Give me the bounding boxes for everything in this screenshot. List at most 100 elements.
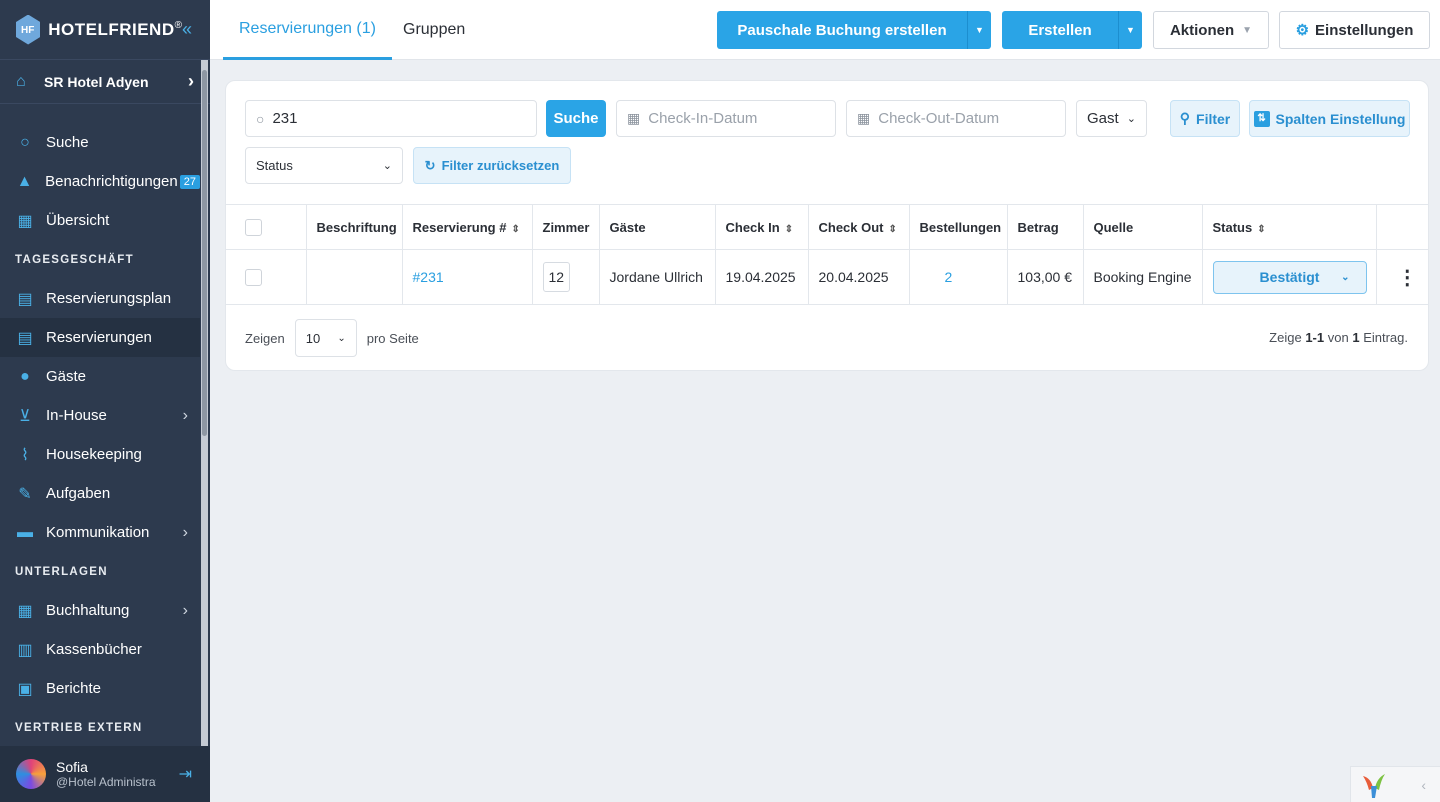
sidebar-item-overview[interactable]: ▦ Übersicht — [0, 201, 200, 240]
summary-of: von — [1327, 330, 1349, 345]
row-checkbox[interactable] — [245, 268, 262, 286]
caret-down-icon[interactable]: ▼ — [1118, 11, 1142, 49]
sidebar-item-cashbooks[interactable]: ▥ Kassenbücher — [0, 630, 200, 669]
cell-room: 12 — [532, 249, 600, 305]
chevron-down-icon: ⌄ — [1126, 113, 1136, 125]
avatar — [16, 759, 46, 789]
sidebar-item-suche[interactable]: ○ Suche — [0, 123, 200, 162]
sidebar-item-reports[interactable]: ▣ Berichte — [0, 669, 200, 708]
dashboard-icon: ▦ — [17, 212, 33, 230]
checkin-date-field[interactable]: ▦ Check-In-Datum — [616, 100, 836, 137]
table-row[interactable]: #231 12 Jordane Ullrich 19.04.2025 20.04… — [226, 249, 1429, 305]
summary-prefix: Zeige — [1269, 330, 1302, 345]
summary-total: 1 — [1352, 330, 1360, 345]
book-icon: ▥ — [17, 641, 33, 659]
cell-actions: ⋮ — [1376, 249, 1429, 305]
sidebar-item-label: Kommunikation — [46, 524, 150, 541]
hotel-selector[interactable]: ⌂ SR Hotel Adyen › — [0, 60, 210, 104]
cell-reservation: #231 — [402, 249, 533, 305]
filter-icon: ⚲ — [1179, 110, 1191, 126]
filter-button[interactable]: ⚲ Filter — [1170, 100, 1240, 137]
wrench-icon: ✎ — [18, 485, 32, 503]
summary-range: 1-1 — [1305, 330, 1325, 345]
sidebar-item-label: Benachrichtigungen — [45, 173, 178, 190]
debug-toolbar[interactable]: ‹ — [1350, 766, 1440, 802]
person-icon: ● — [20, 367, 30, 385]
caret-down-icon[interactable]: ▼ — [967, 11, 991, 49]
tab-reservations[interactable]: Reservierungen (1) — [223, 0, 392, 60]
reset-filter-button[interactable]: ↻ Filter zurücksetzen — [413, 147, 571, 184]
sidebar-item-tasks[interactable]: ✎ Aufgaben — [0, 474, 200, 513]
sidebar: HOTELFRIEND® « ⌂ SR Hotel Adyen › ○ Such… — [0, 0, 210, 802]
more-options-icon[interactable]: ⋮ — [1387, 265, 1429, 290]
reservations-table: Beschriftung Reservierung # ⇕ Zimmer Gäst… — [226, 204, 1428, 305]
per-page-select[interactable]: 10 ⌄ — [294, 319, 357, 357]
button-label: Pauschale Buchung erstellen — [737, 21, 947, 39]
sidebar-item-in-house[interactable]: ⊻ In-House › — [0, 396, 200, 435]
sort-icon: ⇕ — [511, 223, 520, 235]
settings-button[interactable]: ⚙ Einstellungen — [1279, 11, 1430, 49]
user-profile[interactable]: Sofia @Hotel Administrator ⇥ — [0, 746, 210, 802]
col-header-room: Zimmer — [532, 204, 600, 250]
sidebar-item-label: Housekeeping — [46, 446, 142, 463]
status-select[interactable]: Status ⌄ — [245, 147, 403, 184]
calendar-icon: ▦ — [627, 110, 641, 126]
create-package-booking-button[interactable]: Pauschale Buchung erstellen ▼ — [717, 11, 991, 49]
col-header-checkin[interactable]: Check In ⇕ — [715, 204, 809, 250]
sort-icon: ⇕ — [784, 223, 794, 235]
logo-bar: HOTELFRIEND® « — [0, 0, 210, 60]
col-header-text: Check In — [725, 219, 780, 235]
col-header-guests: Gäste — [599, 204, 716, 250]
sidebar-item-notifications[interactable]: ▲ Benachrichtigungen 27 — [0, 162, 200, 201]
col-header-text: Reservierung # — [412, 219, 507, 235]
sidebar-item-label: In-House — [46, 407, 107, 424]
reservation-link[interactable]: #231 — [413, 269, 444, 285]
search-input[interactable]: ○ 231 — [245, 100, 537, 137]
col-header-reservation[interactable]: Reservierung # ⇕ — [402, 204, 533, 250]
clipboard-icon: ▣ — [17, 680, 33, 698]
orders-link[interactable]: 2 — [945, 269, 953, 285]
sidebar-item-label: Kassenbücher — [46, 641, 142, 658]
search-icon: ○ — [256, 110, 265, 127]
reservations-card: ○ 231 Suche ▦ Check-In-Datum ▦ Check-Out… — [225, 80, 1429, 371]
col-header-label: Beschriftung — [306, 204, 403, 250]
create-button[interactable]: Erstellen ▼ — [1002, 11, 1142, 49]
sidebar-item-label: Reservierungsplan — [46, 290, 172, 307]
guest-select[interactable]: Gast ⌄ — [1076, 100, 1147, 137]
gear-icon: ⚙ — [1295, 22, 1310, 39]
sidebar-item-housekeeping[interactable]: ⌇ Housekeeping — [0, 435, 200, 474]
checkin-placeholder: Check-In-Datum — [648, 110, 758, 127]
search-button[interactable]: Suche — [546, 100, 606, 137]
sidebar-item-guests[interactable]: ● Gäste — [0, 357, 200, 396]
tab-groups[interactable]: Gruppen — [403, 0, 465, 60]
col-header-status[interactable]: Status ⇕ — [1202, 204, 1377, 250]
checkout-date-field[interactable]: ▦ Check-Out-Datum — [846, 100, 1066, 137]
col-header-amount: Betrag — [1007, 204, 1084, 250]
chevron-down-icon: ⌄ — [1341, 271, 1350, 283]
sidebar-item-communication[interactable]: ▬ Kommunikation › — [0, 513, 200, 552]
sidebar-item-accounting[interactable]: ▦ Buchhaltung › — [0, 591, 200, 630]
row-select-cell — [226, 249, 307, 305]
select-all-checkbox[interactable] — [245, 218, 262, 236]
document-icon: ▤ — [17, 329, 33, 347]
search-icon: ○ — [20, 133, 30, 151]
sidebar-scrollbar[interactable] — [201, 60, 208, 748]
chevron-left-icon[interactable]: ‹ — [1421, 777, 1426, 793]
user-name: Sofia — [56, 759, 88, 775]
actions-button[interactable]: Aktionen ▼ — [1153, 11, 1269, 49]
sidebar-item-reservation-plan[interactable]: ▤ Reservierungsplan — [0, 279, 200, 318]
col-header-checkout[interactable]: Check Out ⇕ — [808, 204, 910, 250]
table-header-row: Beschriftung Reservierung # ⇕ Zimmer Gäst… — [226, 204, 1428, 250]
status-dropdown[interactable]: Bestätigt ⌄ — [1212, 260, 1367, 294]
column-settings-button[interactable]: ⇅ Spalten Einstellung — [1249, 100, 1410, 137]
hotel-name: SR Hotel Adyen — [44, 73, 149, 90]
per-page-value: 10 — [305, 330, 321, 346]
scrollbar-thumb[interactable] — [202, 70, 207, 436]
collapse-sidebar-icon[interactable]: « — [182, 19, 192, 40]
guest-select-value: Gast — [1087, 110, 1119, 127]
logout-icon[interactable]: ⇥ — [179, 764, 192, 784]
sort-icon: ⇕ — [888, 223, 897, 235]
notification-count-badge: 27 — [179, 174, 200, 189]
show-label: Zeigen — [245, 330, 285, 346]
sidebar-item-reservations[interactable]: ▤ Reservierungen — [0, 318, 200, 357]
